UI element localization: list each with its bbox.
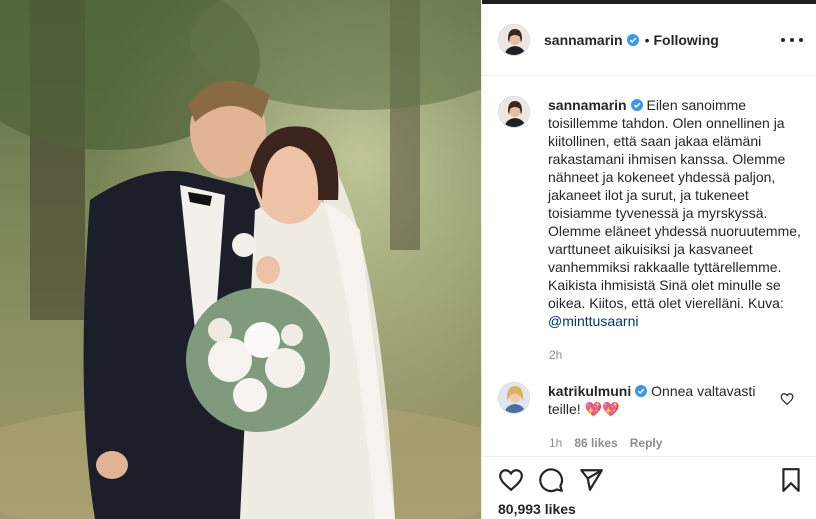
- commenter-avatar[interactable]: [498, 382, 530, 414]
- caption-mention-link[interactable]: @minttusaarni: [548, 313, 638, 329]
- commenter-username[interactable]: katrikulmuni: [548, 383, 631, 399]
- following-button[interactable]: Following: [654, 32, 719, 48]
- caption-text-block: sannamarin Eilen sanoimme toisillemme ta…: [548, 96, 808, 330]
- post-photo[interactable]: [0, 0, 481, 519]
- comment-meta: 1h 86 likes Reply: [549, 436, 662, 450]
- caption-text: Eilen sanoimme toisillemme tahdon. Olen …: [548, 97, 801, 311]
- like-heart-icon[interactable]: [498, 467, 524, 493]
- comment-item: katrikulmuni Onnea valtavasti teille! 💖💖: [498, 382, 798, 418]
- comment-text-block: katrikulmuni Onnea valtavasti teille! 💖💖: [548, 382, 758, 418]
- post-caption: sannamarin Eilen sanoimme toisillemme ta…: [498, 96, 808, 330]
- caption-username[interactable]: sannamarin: [548, 97, 627, 113]
- post-side-panel: sannamarin • Following sannamarin Eilen …: [481, 0, 816, 519]
- comment-emoji: 💖💖: [584, 401, 620, 417]
- save-bookmark-icon[interactable]: [778, 467, 804, 493]
- comment-time[interactable]: 1h: [549, 436, 562, 450]
- more-options-icon[interactable]: [781, 30, 803, 50]
- header-text: sannamarin • Following: [544, 32, 719, 48]
- action-bar: 80,993 likes: [482, 456, 816, 519]
- author-username[interactable]: sannamarin: [544, 32, 623, 48]
- verified-badge-icon: [630, 99, 643, 111]
- author-avatar[interactable]: [498, 23, 530, 56]
- post-header: sannamarin • Following: [482, 4, 816, 76]
- caption-avatar[interactable]: [498, 96, 530, 128]
- verified-badge-icon: [626, 33, 639, 46]
- comment-like-heart-icon[interactable]: [780, 392, 794, 406]
- verified-badge-icon: [635, 385, 648, 397]
- reply-button[interactable]: Reply: [630, 436, 663, 450]
- likes-count[interactable]: 80,993 likes: [498, 501, 576, 517]
- comment-bubble-icon[interactable]: [538, 467, 564, 493]
- comment-likes[interactable]: 86 likes: [574, 436, 617, 450]
- post-time[interactable]: 2h: [549, 348, 562, 362]
- share-direct-icon[interactable]: [578, 467, 604, 493]
- separator-dot: •: [644, 31, 650, 48]
